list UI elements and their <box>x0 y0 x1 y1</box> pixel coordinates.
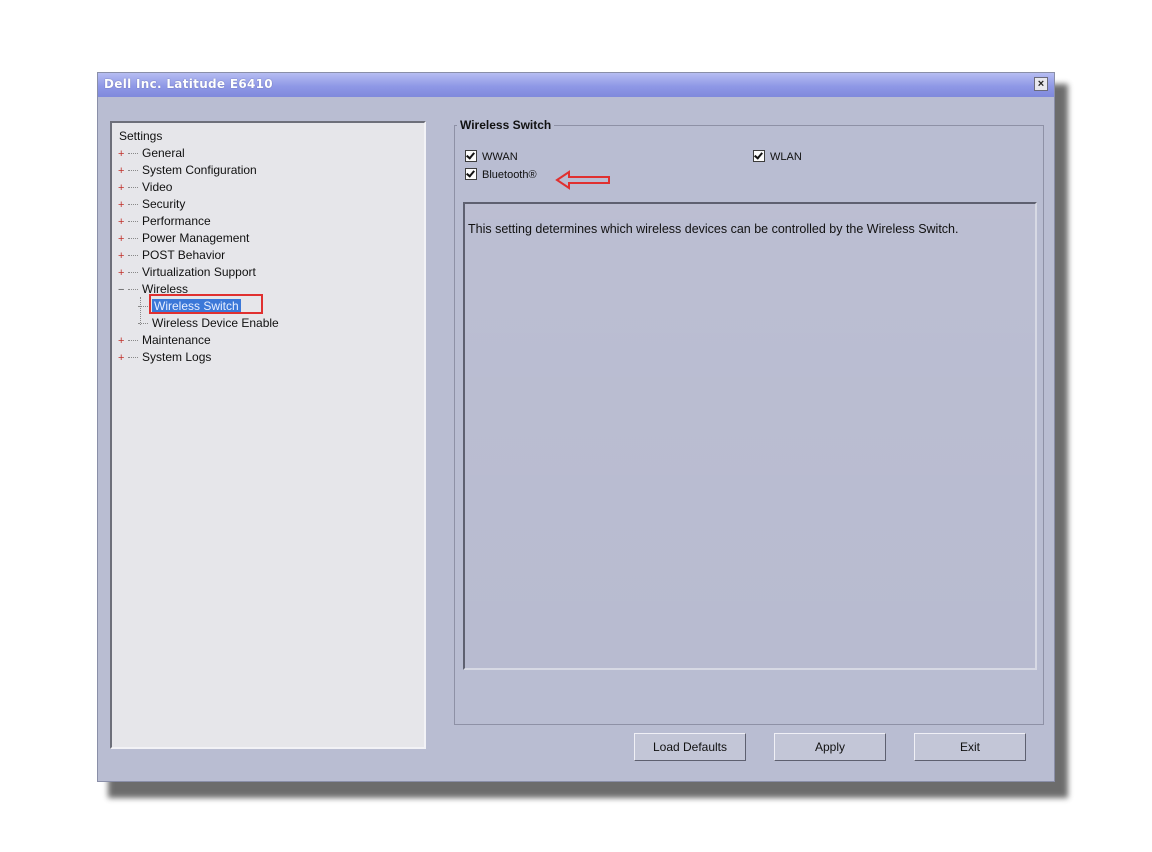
tree-root-settings[interactable]: Settings <box>119 129 162 143</box>
tree-connector <box>128 169 138 172</box>
tree-connector <box>128 356 138 359</box>
tree-item-system-configuration[interactable]: + System Configuration <box>118 162 257 178</box>
tree-item-label: Performance <box>142 214 211 228</box>
tree-item-maintenance[interactable]: + Maintenance <box>118 332 211 348</box>
title-bar[interactable]: Dell Inc. Latitude E6410 × <box>98 73 1054 97</box>
close-button[interactable]: × <box>1034 77 1048 91</box>
tree-item-general[interactable]: + General <box>118 145 185 161</box>
tree-item-label: System Logs <box>142 350 212 364</box>
wwan-checkbox[interactable]: WWAN <box>465 150 518 164</box>
expand-icon[interactable]: + <box>118 248 126 264</box>
annotation-arrow-icon <box>555 170 610 190</box>
checkbox-checked-icon[interactable] <box>465 168 477 180</box>
expand-icon[interactable]: + <box>118 180 126 196</box>
expand-icon[interactable]: + <box>118 146 126 162</box>
tree-connector <box>138 322 148 325</box>
tree-connector <box>128 152 138 155</box>
tree-item-label: Wireless Device Enable <box>152 316 279 330</box>
tree-item-video[interactable]: + Video <box>118 179 172 195</box>
bluetooth-checkbox[interactable]: Bluetooth® <box>465 168 537 182</box>
apply-button[interactable]: Apply <box>774 733 886 761</box>
tree-connector <box>128 288 138 291</box>
tree-item-virtualization-support[interactable]: + Virtualization Support <box>118 264 256 280</box>
expand-icon[interactable]: + <box>118 333 126 349</box>
expand-icon[interactable]: + <box>118 350 126 366</box>
tree-item-label: Virtualization Support <box>142 265 256 279</box>
expand-icon[interactable]: + <box>118 163 126 179</box>
tree-item-label: Video <box>142 180 173 194</box>
tree-item-security[interactable]: + Security <box>118 196 185 212</box>
expand-icon[interactable]: + <box>118 214 126 230</box>
load-defaults-button[interactable]: Load Defaults <box>634 733 746 761</box>
tree-connector <box>128 220 138 223</box>
tree-item-system-logs[interactable]: + System Logs <box>118 349 211 365</box>
window-title: Dell Inc. Latitude E6410 <box>104 77 273 91</box>
tree-item-label: POST Behavior <box>142 248 226 262</box>
annotation-highlight-box <box>149 294 263 314</box>
wlan-checkbox[interactable]: WLAN <box>753 150 802 164</box>
checkbox-label: WLAN <box>770 151 802 163</box>
group-title: Wireless Switch <box>457 118 555 132</box>
expand-icon[interactable]: + <box>118 197 126 213</box>
expand-icon[interactable]: + <box>118 231 126 247</box>
tree-connector <box>128 203 138 206</box>
checkbox-label: WWAN <box>482 151 518 163</box>
tree-connector <box>128 186 138 189</box>
tree-item-post-behavior[interactable]: + POST Behavior <box>118 247 225 263</box>
tree-connector <box>128 271 138 274</box>
checkbox-checked-icon[interactable] <box>465 150 477 162</box>
checkbox-label: Bluetooth® <box>482 169 537 181</box>
tree-item-performance[interactable]: + Performance <box>118 213 211 229</box>
wireless-switch-group: Wireless Switch WWAN WLAN Bluetooth® Thi… <box>454 118 1044 725</box>
tree-item-label: Security <box>142 197 186 211</box>
checkbox-checked-icon[interactable] <box>753 150 765 162</box>
collapse-icon[interactable]: − <box>118 282 126 298</box>
bios-setup-window: Dell Inc. Latitude E6410 × Settings + Gen… <box>97 72 1055 782</box>
tree-item-label: Power Management <box>142 231 250 245</box>
tree-item-wireless-device-enable[interactable]: Wireless Device Enable <box>138 315 279 331</box>
tree-item-label: System Configuration <box>142 163 257 177</box>
settings-tree[interactable]: Settings + General + System Configuration … <box>110 121 426 749</box>
expand-icon[interactable]: + <box>118 265 126 281</box>
tree-item-power-management[interactable]: + Power Management <box>118 230 249 246</box>
tree-connector <box>128 254 138 257</box>
tree-connector <box>128 237 138 240</box>
tree-item-label: Maintenance <box>142 333 211 347</box>
exit-button[interactable]: Exit <box>914 733 1026 761</box>
tree-item-label: General <box>142 146 185 160</box>
tree-connector <box>128 339 138 342</box>
description-box: This setting determines which wireless d… <box>463 202 1037 670</box>
description-text: This setting determines which wireless d… <box>468 222 959 236</box>
tree-connector <box>138 305 148 308</box>
